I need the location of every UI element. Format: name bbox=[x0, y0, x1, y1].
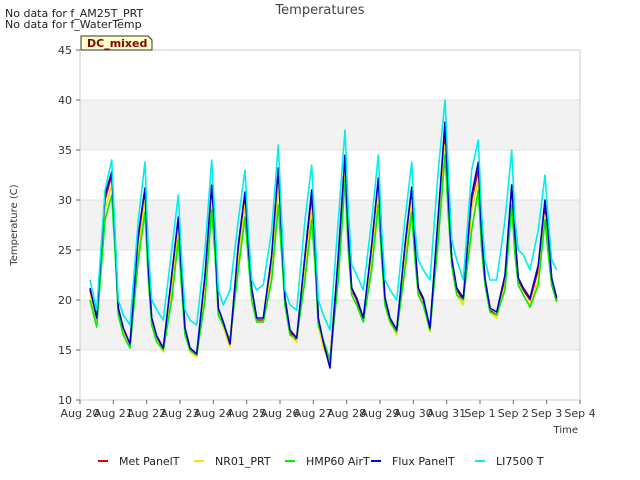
dc-mixed-badge: DC_mixed bbox=[80, 35, 153, 51]
x-tick-label: Sep 4 bbox=[564, 407, 595, 420]
chart-title: Temperatures bbox=[274, 3, 364, 18]
plot-band bbox=[80, 150, 580, 200]
legend-label: Met PanelT bbox=[119, 455, 180, 468]
temperature-chart: 10 15 20 25 30 35 40 45 Aug 20Aug 21Aug 22Aug 2… bbox=[9, 3, 596, 468]
badge-label: DC_mixed bbox=[87, 37, 147, 50]
plot-band bbox=[80, 100, 580, 150]
y-axis-label: Temperature (C) bbox=[9, 184, 20, 266]
legend-label: HMP60 AirT bbox=[306, 455, 370, 468]
legend-label: LI7500 T bbox=[496, 455, 544, 468]
x-tick-label: Sep 3 bbox=[531, 407, 562, 420]
y-tick-label: 25 bbox=[58, 244, 72, 257]
y-tick-label: 30 bbox=[58, 194, 72, 207]
y-tick-label: 45 bbox=[58, 44, 72, 57]
legend-label: NR01_PRT bbox=[215, 455, 271, 468]
x-axis-ticks: Aug 20Aug 21Aug 22Aug 23Aug 24Aug 25Aug … bbox=[61, 400, 596, 420]
legend: Met PanelT NR01_PRT HMP60 AirT Flux PanelT L… bbox=[98, 455, 544, 468]
y-tick-label: 35 bbox=[58, 144, 72, 157]
y-axis-ticks: 10 15 20 25 30 35 40 45 bbox=[58, 44, 80, 407]
x-tick-label: Sep 2 bbox=[498, 407, 529, 420]
y-tick-label: 15 bbox=[58, 344, 72, 357]
x-tick-label: Aug 31 bbox=[427, 407, 466, 420]
legend-label: Flux PanelT bbox=[392, 455, 455, 468]
x-axis-label: Time bbox=[553, 425, 578, 436]
y-tick-label: 20 bbox=[58, 294, 72, 307]
y-tick-label: 10 bbox=[58, 394, 72, 407]
x-tick-label: Sep 1 bbox=[464, 407, 495, 420]
y-tick-label: 40 bbox=[58, 94, 72, 107]
plot-band bbox=[80, 50, 580, 100]
